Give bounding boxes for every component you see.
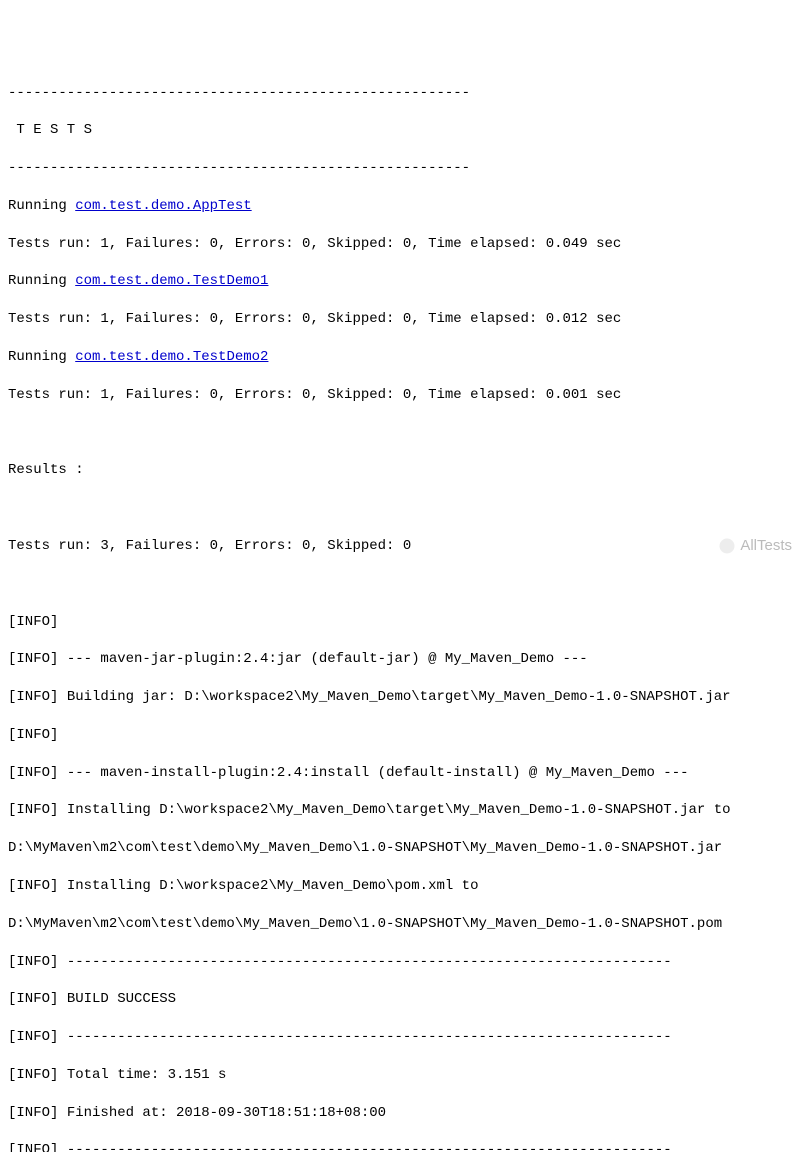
info-msg: Installing D:\workspace2\My_Maven_Demo\t… [67, 802, 731, 818]
info-msg: Building jar: D:\workspace2\My_Maven_Dem… [67, 689, 731, 705]
running-line-0: Running com.test.demo.AppTest [8, 197, 804, 216]
info-prefix: [INFO] [8, 765, 67, 781]
info-install-plugin: [INFO] --- maven-install-plugin:2.4:inst… [8, 764, 804, 783]
info-installing-pom-dest: D:\MyMaven\m2\com\test\demo\My_Maven_Dem… [8, 915, 804, 934]
info-separator: [INFO] ---------------------------------… [8, 953, 804, 972]
info-installing-jar-dest: D:\MyMaven\m2\com\test\demo\My_Maven_Dem… [8, 839, 804, 858]
info-jar-plugin: [INFO] --- maven-jar-plugin:2.4:jar (def… [8, 650, 804, 669]
info-prefix: [INFO] [8, 1067, 67, 1083]
info-finished-at: [INFO] Finished at: 2018-09-30T18:51:18+… [8, 1104, 804, 1123]
info-prefix: [INFO] [8, 802, 67, 818]
watermark-text: AllTests [740, 536, 792, 556]
running-line-2: Running com.test.demo.TestDemo2 [8, 348, 804, 367]
running-line-1: Running com.test.demo.TestDemo1 [8, 272, 804, 291]
info-line-blank: [INFO] [8, 613, 804, 632]
separator-top: ----------------------------------------… [8, 84, 804, 103]
info-prefix: [INFO] [8, 689, 67, 705]
info-total-time: [INFO] Total time: 3.151 s [8, 1066, 804, 1085]
info-separator: [INFO] ---------------------------------… [8, 1028, 804, 1047]
info-prefix: [INFO] [8, 1142, 67, 1152]
tests-header: T E S T S [8, 121, 804, 140]
info-separator: [INFO] ---------------------------------… [8, 1141, 804, 1152]
info-msg: Total time: 3.151 s [67, 1067, 227, 1083]
test-class-link-0[interactable]: com.test.demo.AppTest [75, 198, 251, 214]
info-build-success: [INFO] BUILD SUCCESS [8, 990, 804, 1009]
info-msg: --- maven-jar-plugin:2.4:jar (default-ja… [67, 651, 588, 667]
separator-mid: ----------------------------------------… [8, 159, 804, 178]
results-summary: Tests run: 3, Failures: 0, Errors: 0, Sk… [8, 537, 804, 556]
info-msg: ----------------------------------------… [67, 954, 672, 970]
running-label: Running [8, 198, 75, 214]
info-msg: ----------------------------------------… [67, 1142, 672, 1152]
blank-line [8, 424, 804, 443]
info-prefix: [INFO] [8, 954, 67, 970]
info-prefix: [INFO] [8, 1029, 67, 1045]
test-result-2: Tests run: 1, Failures: 0, Errors: 0, Sk… [8, 386, 804, 405]
info-building-jar: [INFO] Building jar: D:\workspace2\My_Ma… [8, 688, 804, 707]
test-result-1: Tests run: 1, Failures: 0, Errors: 0, Sk… [8, 310, 804, 329]
info-line-blank: [INFO] [8, 726, 804, 745]
results-label: Results : [8, 461, 804, 480]
blank-line [8, 575, 804, 594]
blank-line [8, 499, 804, 518]
test-result-0: Tests run: 1, Failures: 0, Errors: 0, Sk… [8, 235, 804, 254]
test-class-link-2[interactable]: com.test.demo.TestDemo2 [75, 349, 268, 365]
info-msg: BUILD SUCCESS [67, 991, 176, 1007]
running-label: Running [8, 273, 75, 289]
info-installing-jar: [INFO] Installing D:\workspace2\My_Maven… [8, 801, 804, 820]
info-msg: Finished at: 2018-09-30T18:51:18+08:00 [67, 1105, 386, 1121]
info-prefix: [INFO] [8, 651, 67, 667]
info-prefix: [INFO] [8, 878, 67, 894]
info-prefix: [INFO] [8, 1105, 67, 1121]
info-msg: Installing D:\workspace2\My_Maven_Demo\p… [67, 878, 479, 894]
running-label: Running [8, 349, 75, 365]
info-msg: ----------------------------------------… [67, 1029, 672, 1045]
info-prefix: [INFO] [8, 991, 67, 1007]
info-installing-pom: [INFO] Installing D:\workspace2\My_Maven… [8, 877, 804, 896]
watermark: AllTests [718, 536, 792, 556]
info-msg: --- maven-install-plugin:2.4:install (de… [67, 765, 689, 781]
wechat-icon [718, 537, 736, 555]
test-class-link-1[interactable]: com.test.demo.TestDemo1 [75, 273, 268, 289]
